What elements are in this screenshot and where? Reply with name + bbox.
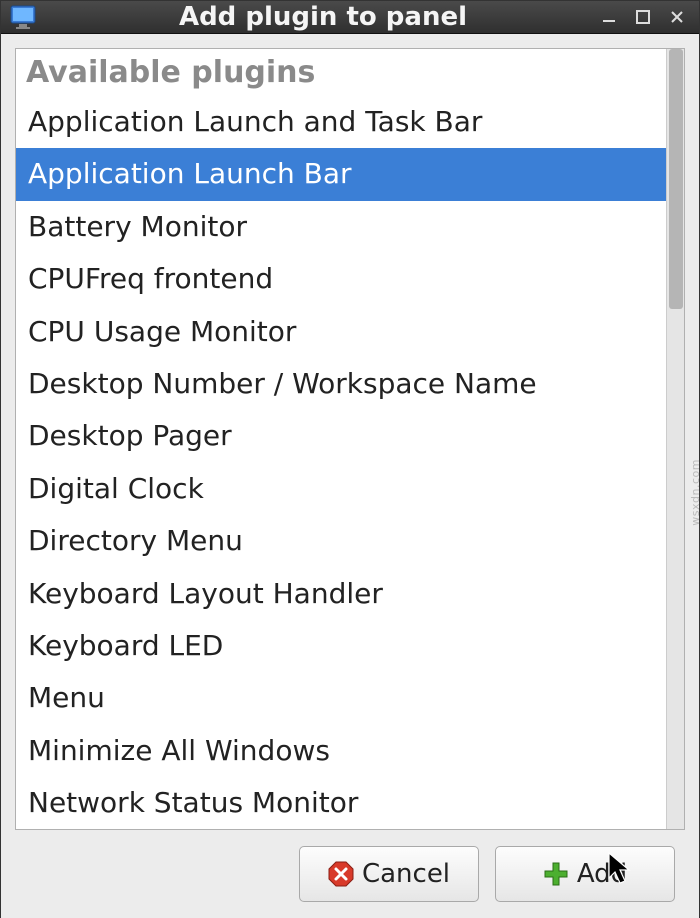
add-button-label: Add (577, 859, 627, 889)
dialog-button-row: Cancel Add (15, 830, 685, 908)
cancel-icon (328, 861, 354, 887)
app-monitor-icon (7, 1, 39, 33)
plugin-list-item[interactable]: CPU Usage Monitor (16, 306, 666, 358)
cancel-button[interactable]: Cancel (299, 846, 479, 902)
watermark-text: wsxdn.com (690, 459, 700, 526)
plugin-list-item[interactable]: Keyboard LED (16, 620, 666, 672)
plugin-list-item[interactable]: Desktop Number / Workspace Name (16, 358, 666, 410)
add-icon (543, 861, 569, 887)
plugin-list-item[interactable]: Digital Clock (16, 463, 666, 515)
plugin-list-item[interactable]: Directory Menu (16, 515, 666, 567)
plugin-list-item[interactable]: Network Status Monitor (16, 777, 666, 829)
plugin-list-frame: Available plugins Application Launch and… (15, 48, 685, 830)
plugin-list-item[interactable]: Battery Monitor (16, 201, 666, 253)
window-title: Add plugin to panel (47, 2, 599, 32)
plugin-list-item[interactable]: Desktop Pager (16, 410, 666, 462)
list-scrollbar[interactable] (666, 49, 684, 829)
plugin-list-item[interactable]: Application Launch and Task Bar (16, 96, 666, 148)
titlebar: Add plugin to panel (1, 1, 699, 34)
plugin-list-item[interactable]: Menu (16, 672, 666, 724)
dialog-content: Available plugins Application Launch and… (1, 34, 699, 918)
window-controls (599, 7, 693, 27)
plugin-list-item[interactable]: CPUFreq frontend (16, 253, 666, 305)
minimize-button[interactable] (599, 7, 619, 27)
plugin-list-item[interactable]: Application Launch Bar (16, 148, 666, 200)
plugin-list[interactable]: Available plugins Application Launch and… (16, 49, 666, 829)
plugin-list-item[interactable]: Minimize All Windows (16, 725, 666, 777)
cancel-button-label: Cancel (362, 859, 450, 889)
plugin-list-header: Available plugins (16, 49, 666, 96)
scrollbar-thumb[interactable] (669, 49, 683, 309)
maximize-button[interactable] (633, 7, 653, 27)
dialog-window: Add plugin to panel Available plugins Ap… (0, 0, 700, 918)
plugin-list-item[interactable]: Keyboard Layout Handler (16, 568, 666, 620)
add-button[interactable]: Add (495, 846, 675, 902)
close-button[interactable] (667, 7, 687, 27)
